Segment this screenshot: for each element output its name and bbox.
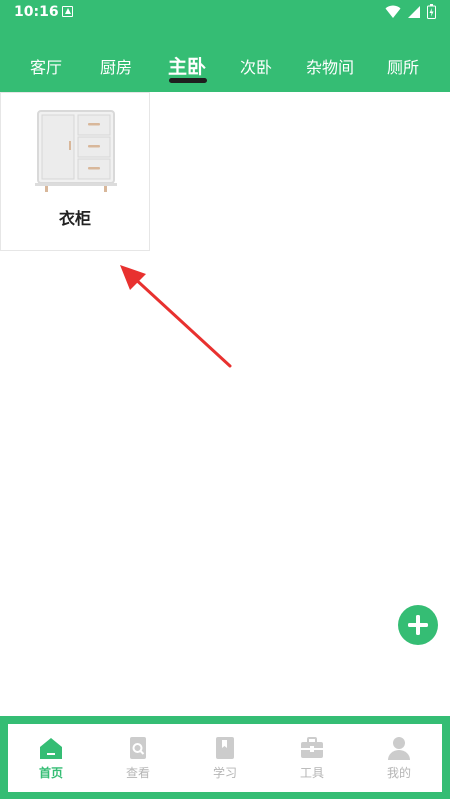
user-icon bbox=[388, 737, 410, 760]
room-tab-bar: 客厅 厨房 主卧 次卧 杂物间 厕所 bbox=[0, 26, 450, 92]
signal-icon bbox=[408, 5, 420, 18]
tab-storage-room[interactable]: 杂物间 bbox=[306, 54, 354, 78]
app-screen: 10:16 客厅 厨房 主卧 次卧 杂物间 厕所 衣柜 首页 查看 学习 工具 … bbox=[0, 0, 450, 799]
battery-icon bbox=[427, 4, 436, 19]
plus-icon bbox=[408, 615, 428, 635]
nav-label: 首页 bbox=[38, 766, 63, 780]
annotation-arrow-icon bbox=[120, 265, 232, 368]
book-icon bbox=[216, 737, 234, 759]
tab-second-bedroom[interactable]: 次卧 bbox=[240, 54, 272, 78]
nav-study[interactable]: 学习 bbox=[182, 724, 268, 792]
nav-label: 我的 bbox=[386, 766, 411, 780]
status-icons bbox=[385, 4, 436, 19]
status-time: 10:16 bbox=[14, 4, 59, 20]
tab-master-bedroom[interactable]: 主卧 bbox=[168, 52, 206, 79]
nav-home[interactable]: 首页 bbox=[8, 724, 94, 792]
nav-label: 查看 bbox=[125, 766, 150, 780]
bottom-nav-frame: 首页 查看 学习 工具 我的 bbox=[0, 716, 450, 799]
nav-label: 学习 bbox=[212, 766, 237, 780]
nav-label: 工具 bbox=[299, 766, 324, 780]
wardrobe-icon bbox=[35, 110, 117, 192]
nav-view[interactable]: 查看 bbox=[95, 724, 181, 792]
tab-toilet[interactable]: 厕所 bbox=[387, 54, 419, 78]
status-bar: 10:16 bbox=[0, 0, 450, 26]
item-label: 衣柜 bbox=[58, 209, 91, 228]
tab-living-room[interactable]: 客厅 bbox=[30, 54, 62, 78]
view-doc-icon bbox=[130, 737, 146, 759]
item-grid: 衣柜 bbox=[0, 92, 450, 716]
home-icon bbox=[40, 738, 62, 759]
tab-kitchen[interactable]: 厨房 bbox=[100, 54, 132, 78]
wifi-icon bbox=[385, 5, 401, 18]
add-item-button[interactable] bbox=[398, 605, 438, 645]
nav-tools[interactable]: 工具 bbox=[269, 724, 355, 792]
toolbox-icon bbox=[301, 737, 323, 758]
bottom-nav: 首页 查看 学习 工具 我的 bbox=[8, 724, 442, 792]
active-tab-indicator bbox=[169, 78, 207, 83]
nav-profile[interactable]: 我的 bbox=[356, 724, 442, 792]
notification-icon bbox=[62, 6, 73, 17]
item-card-wardrobe[interactable]: 衣柜 bbox=[0, 92, 150, 251]
